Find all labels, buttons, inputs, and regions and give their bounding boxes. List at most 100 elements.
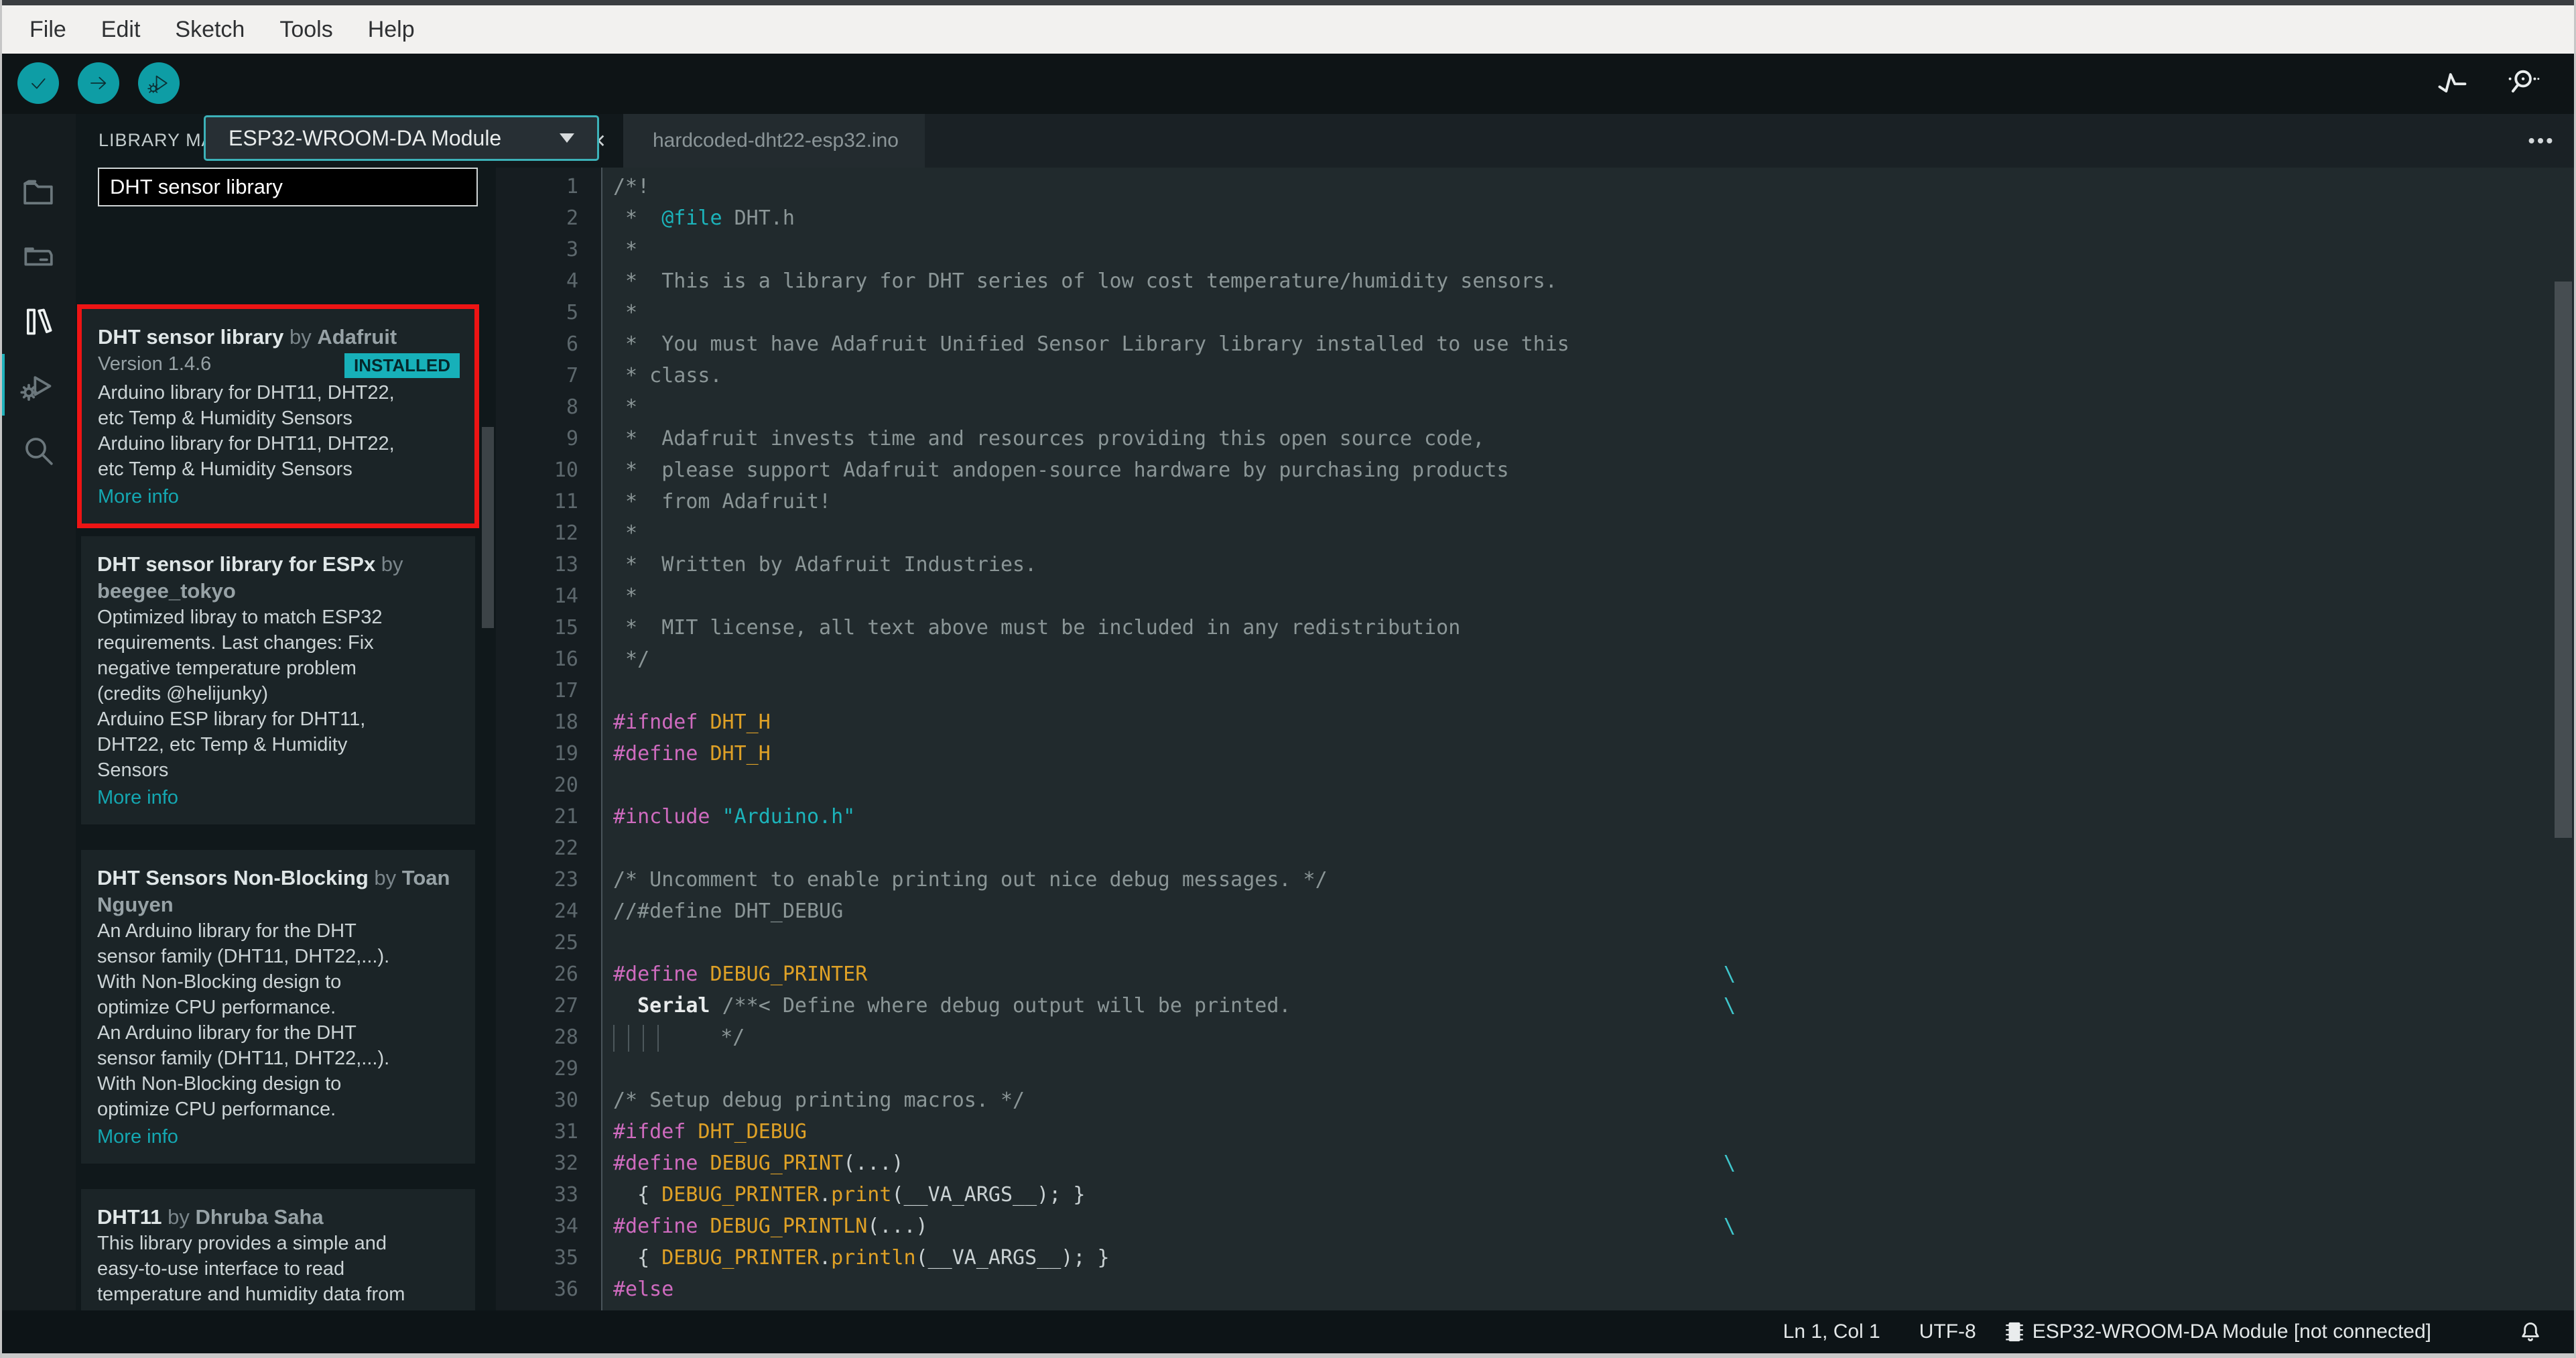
code-editor[interactable]: 1/*! 2 * @file DHT.h 3 * 4 * This is a libr… (496, 168, 2576, 1310)
code-token: DHT_H (710, 711, 771, 734)
library-title: DHT sensor library for ESPx (97, 552, 376, 576)
code-token: /**< Define where debug output will be p… (722, 994, 1291, 1017)
library-entry[interactable]: DHT Sensors Non-Blocking by Toan Nguyen A… (81, 850, 475, 1164)
sidebar-item-library-manager[interactable] (0, 290, 76, 354)
board-status-label: ESP32-WROOM-DA Module [not connected] (2032, 1320, 2431, 1343)
main-area: LIBRARY MANAGER Type: All Topic: All DHT… (0, 114, 2576, 1310)
code-line-content: * (602, 297, 2576, 328)
code-line-content (602, 675, 2576, 706)
library-description-line: etc Temp & Humidity Sensors (98, 458, 352, 480)
code-line: 26 #define DEBUG_PRINTER \ (496, 959, 2576, 990)
menu-item-edit[interactable]: Edit (84, 17, 158, 43)
code-token: * class. (613, 364, 722, 387)
code-token: DEBUG_PRINTER (661, 1246, 820, 1270)
code-line-content (602, 927, 2576, 959)
menu-item-file[interactable]: File (12, 17, 84, 43)
library-description-line: negative temperature problem (97, 658, 357, 679)
library-author: beegee_tokyo (97, 579, 236, 603)
more-info-link[interactable]: More info (98, 482, 460, 511)
panel-scrollbar[interactable] (482, 427, 494, 628)
line-number: 25 (554, 931, 578, 954)
code-token: /*! (613, 175, 650, 198)
library-entry[interactable]: DHT11 by Dhruba Saha This library provide… (81, 1189, 475, 1310)
serial-plotter-button[interactable] (2435, 65, 2470, 103)
code-line: 32 #define DEBUG_PRINT(...) \ (496, 1148, 2576, 1179)
editor-tab-hardcoded-dht22-esp32.ino[interactable]: hardcoded-dht22-esp32.ino (623, 114, 925, 168)
notifications-button[interactable] (2517, 1318, 2544, 1345)
chip-icon (2005, 1322, 2023, 1342)
code-token: * (613, 301, 638, 324)
code-token: */ (672, 1026, 745, 1049)
code-line: 36 #else (496, 1274, 2576, 1305)
upload-button[interactable] (78, 62, 119, 104)
line-number: 18 (554, 711, 578, 734)
code-line-content: /*! (602, 171, 2576, 202)
window-top-edge (0, 0, 2576, 5)
code-line: 22 (496, 832, 2576, 864)
code-line: 25 (496, 927, 2576, 959)
more-info-link[interactable]: More info (97, 783, 460, 812)
code-line: 10 * please support Adafruit andopen-sou… (496, 454, 2576, 486)
by-label: by (162, 1205, 196, 1229)
code-line: 16 */ (496, 643, 2576, 675)
code-line: 19 #define DHT_H (496, 738, 2576, 769)
library-description-line: etc Temp & Humidity Sensors (98, 408, 352, 429)
line-number: 8 (566, 395, 578, 419)
search-input[interactable] (98, 168, 478, 206)
library-description-line: Arduino library for DHT11, DHT22, (98, 433, 395, 454)
code-token: DEBUG_PRINTER (710, 963, 868, 986)
status-bar: Ln 1, Col 1 UTF-8 ESP32-WROOM-DA Module … (0, 1310, 2576, 1353)
board-selector-label: ESP32-WROOM-DA Module (229, 125, 502, 150)
verify-button[interactable] (17, 62, 59, 104)
code-token: { (613, 1183, 662, 1207)
library-entry[interactable]: DHT sensor library by Adafruit Version 1.… (82, 309, 474, 523)
sidebar-item-search[interactable] (0, 418, 76, 483)
debug-button[interactable] (138, 62, 180, 104)
library-title: DHT Sensors Non-Blocking (97, 866, 369, 889)
code-line: 5 * (496, 297, 2576, 328)
sidebar-item-sketchbook[interactable] (0, 161, 76, 225)
library-version: Version 1.4.6 (98, 353, 212, 375)
line-number: 12 (554, 521, 578, 545)
menu-item-help[interactable]: Help (350, 17, 432, 43)
code-line: 17 (496, 675, 2576, 706)
menu-item-tools[interactable]: Tools (262, 17, 350, 43)
version-row: Version 1.4.6 INSTALLED (98, 351, 460, 380)
menu-item-sketch[interactable]: Sketch (157, 17, 262, 43)
library-description-line: This library provides a simple and (97, 1233, 387, 1254)
code-line: 6 * You must have Adafruit Unified Senso… (496, 328, 2576, 360)
line-number: 1 (566, 175, 578, 198)
bell-icon (2522, 1322, 2539, 1341)
menu-bar: File Edit Sketch Tools Help (0, 5, 2576, 54)
serial-monitor-button[interactable] (2505, 65, 2540, 103)
code-token: (__VA_ARGS__); } (915, 1246, 1110, 1270)
line-number: 31 (554, 1120, 578, 1144)
board-status[interactable]: ESP32-WROOM-DA Module [not connected] (2003, 1318, 2431, 1345)
code-line-content: #define DEBUG_PRINT(...)\ (602, 1305, 2576, 1310)
library-description-line: (credits @helijunky) (97, 683, 269, 704)
code-token: \ (1724, 1305, 1736, 1310)
sidebar-item-debugger[interactable] (0, 354, 76, 418)
library-entry[interactable]: DHT sensor library for ESPx by beegee_to… (81, 536, 475, 824)
tab-overflow-menu[interactable] (2525, 114, 2556, 168)
sidebar-item-boards-manager[interactable] (0, 225, 76, 290)
editor-scrollbar[interactable] (2555, 282, 2572, 838)
code-line-content: * please support Adafruit andopen-source… (602, 454, 2576, 486)
line-number: 3 (566, 238, 578, 261)
more-info-link[interactable]: More info (97, 1122, 460, 1152)
code-line-content: */ (602, 643, 2576, 675)
code-line-content: * (602, 391, 2576, 423)
code-token: * please support Adafruit andopen-source… (613, 458, 1509, 482)
installed-badge: INSTALLED (344, 353, 460, 378)
code-line-content: { DEBUG_PRINTER.print(__VA_ARGS__); } (602, 1179, 2576, 1211)
code-token: \ (1724, 1215, 1736, 1238)
boards-icon (23, 247, 53, 266)
board-selector[interactable]: ESP32-WROOM-DA Module (204, 115, 599, 161)
tab-label: hardcoded-dht22-esp32.ino (653, 129, 899, 151)
code-line-content: { DEBUG_PRINTER.println(__VA_ARGS__); } (602, 1242, 2576, 1274)
indent-guide (643, 1024, 657, 1052)
editor-area: DHT.h✕hardcoded-dht22-esp32.ino 1 /*! 2 * … (496, 114, 2576, 1310)
line-number: 29 (554, 1057, 578, 1081)
